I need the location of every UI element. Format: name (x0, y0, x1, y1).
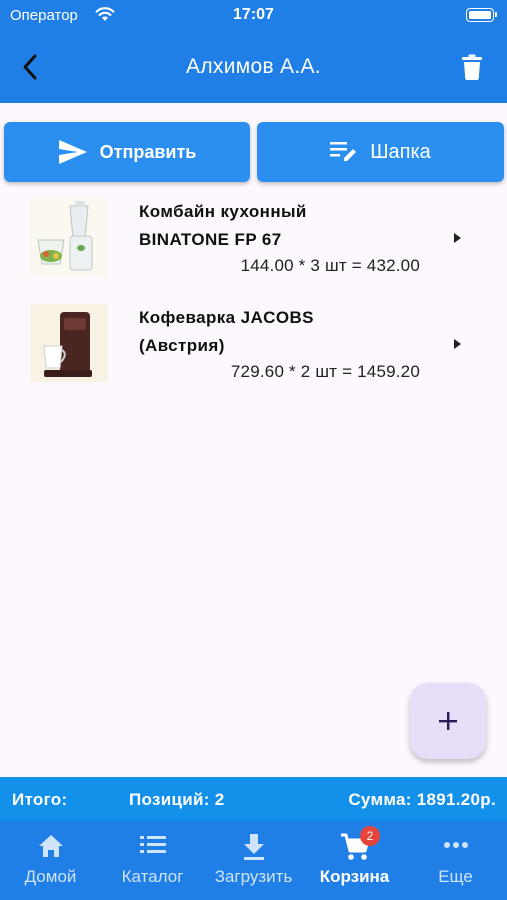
summary-total-label: Итого: (12, 790, 68, 809)
tab-bar: Домой Каталог Загрузить 2 Корзина Еще (0, 821, 507, 900)
download-icon (203, 833, 304, 861)
chevron-right-icon (454, 339, 461, 349)
page-title: Алхимов А.А. (186, 55, 321, 78)
back-button[interactable] (14, 50, 48, 84)
battery-icon (466, 8, 497, 22)
status-time: 17:07 (233, 6, 274, 23)
status-bar: Оператор 17:07 (0, 0, 507, 32)
cart-count-badge: 2 (360, 826, 380, 846)
item-name: Кофеварка JACOBS (Австрия) (139, 308, 314, 355)
add-item-button[interactable] (410, 683, 486, 759)
plus-icon (439, 712, 457, 730)
tab-home-label: Домой (24, 867, 77, 886)
app-header: Оператор 17:07 Алхимов А.А. (0, 0, 507, 103)
tab-more-label: Еще (438, 867, 473, 886)
send-button-label: Отправить (99, 141, 197, 162)
chevron-left-icon (23, 54, 37, 80)
tab-catalog-label: Каталог (121, 867, 184, 886)
cart-list: Комбайн кухонный BINATONE FP 67 144.00 *… (0, 190, 507, 402)
send-button[interactable]: Отправить (4, 122, 250, 182)
item-price: 729.60 * 2 шт = 1459.20 (230, 362, 420, 381)
more-icon (405, 833, 506, 861)
chevron-right-icon (454, 233, 461, 243)
cart-item[interactable]: Кофеварка JACOBS (Австрия) 729.60 * 2 шт… (0, 296, 507, 402)
tab-more[interactable]: Еще (405, 821, 506, 900)
summary-amount: Сумма: 1891.20р. (348, 790, 496, 809)
home-icon (0, 833, 101, 861)
item-name: Комбайн кухонный BINATONE FP 67 (139, 202, 307, 249)
tab-home[interactable]: Домой (0, 821, 101, 900)
trash-icon (462, 54, 482, 80)
tab-download-label: Загрузить (214, 867, 293, 886)
item-price: 144.00 * 3 шт = 432.00 (240, 256, 420, 275)
edit-notes-icon (330, 142, 357, 161)
cart-summary: Итого: Позиций: 2 Сумма: 1891.20р. (0, 777, 507, 821)
summary-positions: Позиций: 2 (129, 790, 225, 809)
tab-catalog[interactable]: Каталог (102, 821, 203, 900)
header-button[interactable]: Шапка (257, 122, 504, 182)
product-image (30, 304, 108, 382)
header-button-label: Шапка (370, 140, 431, 163)
cart-icon (304, 833, 405, 861)
cart-item[interactable]: Комбайн кухонный BINATONE FP 67 144.00 *… (0, 190, 507, 296)
tab-cart[interactable]: 2 Корзина (304, 821, 405, 900)
delete-button[interactable] (455, 50, 489, 84)
product-image (30, 198, 108, 276)
tab-download[interactable]: Загрузить (203, 821, 304, 900)
send-icon (58, 140, 87, 164)
tab-cart-label: Корзина (319, 867, 390, 886)
list-icon (102, 833, 203, 861)
